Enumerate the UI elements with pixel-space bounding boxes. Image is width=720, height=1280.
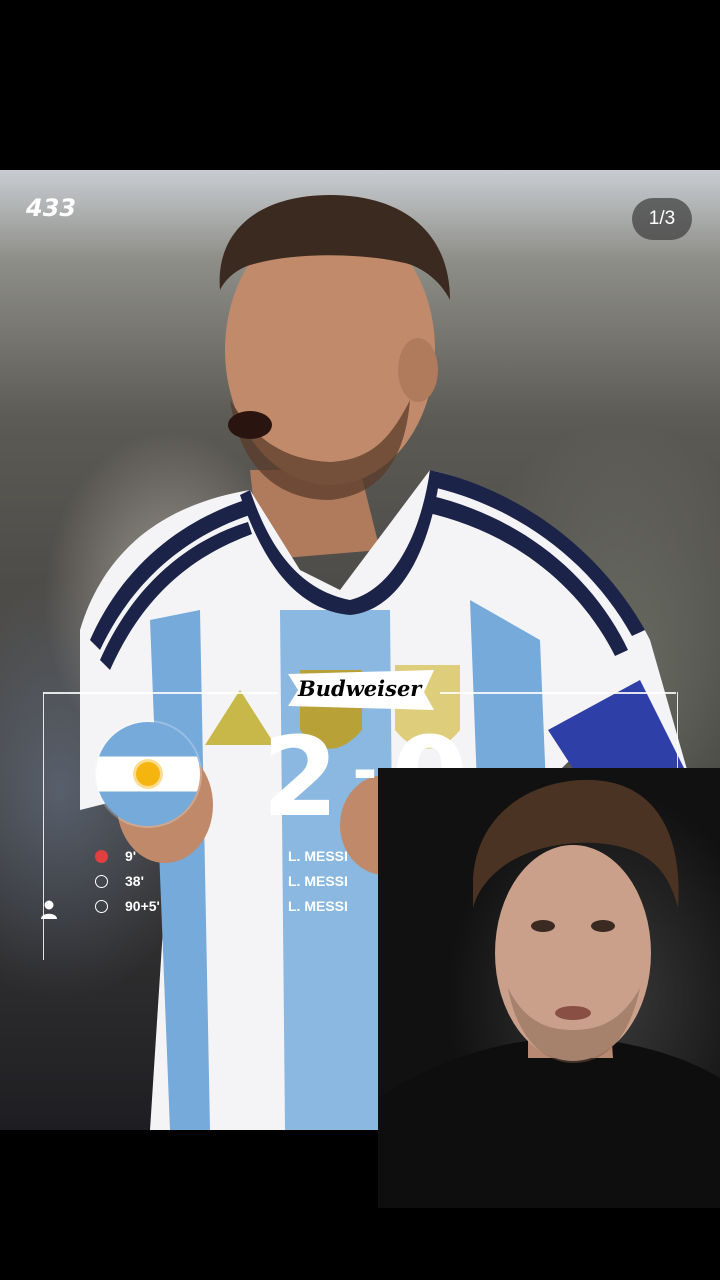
goal-row: 90+5' L. MESSI [90, 898, 390, 923]
goal-minute: 9' [125, 848, 137, 864]
sponsor-name: Budweiser [298, 676, 422, 701]
reaction-video-overlay[interactable] [378, 768, 720, 1208]
argentina-flag-icon [96, 722, 200, 826]
penalty-icon [95, 850, 108, 863]
page-indicator: 1/3 [632, 198, 692, 240]
ball-icon [95, 875, 108, 888]
creator-face-illustration [378, 779, 720, 1208]
goal-list: 9' L. MESSI 38' L. MESSI 90+5' L. MESSI [90, 848, 390, 923]
goal-minute: 90+5' [125, 898, 160, 914]
ball-icon [95, 900, 108, 913]
scorecard-divider-right [440, 692, 676, 694]
home-score: 2 [262, 713, 339, 841]
goal-row: 9' L. MESSI [90, 848, 390, 873]
scorecard-divider-left [43, 692, 278, 694]
score-separator: - [352, 736, 378, 806]
goal-scorer: L. MESSI [288, 898, 348, 914]
goal-scorer: L. MESSI [288, 873, 348, 889]
goal-minute: 38' [125, 873, 144, 889]
brand-logo[interactable]: 433 [26, 194, 76, 222]
goal-scorer: L. MESSI [288, 848, 348, 864]
sun-of-may-icon [136, 762, 160, 786]
goal-row: 38' L. MESSI [90, 873, 390, 898]
tagged-people-icon[interactable] [40, 900, 58, 920]
